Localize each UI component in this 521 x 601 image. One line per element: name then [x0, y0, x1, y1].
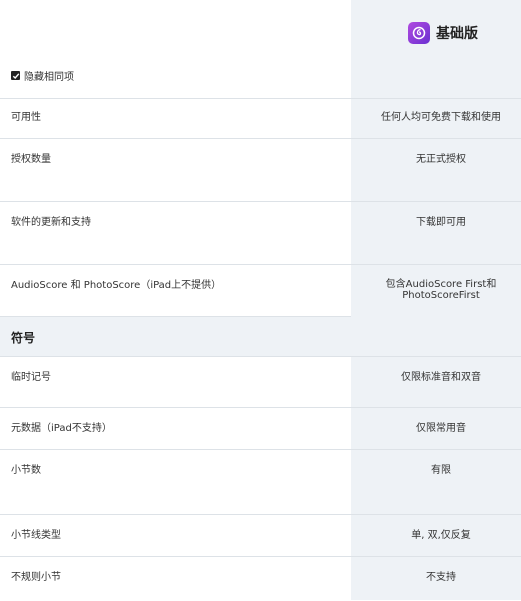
row-value: 无正式授权 [416, 154, 466, 165]
table-row: AudioScore 和 PhotoScore（iPad上不提供） 包含Audi… [0, 264, 521, 317]
section-title: 符号 [11, 331, 36, 345]
sibelius-logo-icon [408, 22, 430, 44]
table-row: 元数据（iPad不支持） 仅限常用音 [0, 407, 521, 450]
row-label: 软件的更新和支持 [11, 217, 91, 228]
row-label: AudioScore 和 PhotoScore（iPad上不提供） [11, 280, 222, 291]
hide-same-checkbox[interactable] [11, 71, 20, 80]
row-value: 不支持 [426, 572, 456, 583]
table-row: 软件的更新和支持 下载即可用 [0, 201, 521, 265]
row-value: 包含AudioScore First和 PhotoScoreFirst [351, 279, 521, 301]
row-label: 小节数 [11, 465, 41, 476]
table-row: 不规则小节 不支持 [0, 556, 521, 601]
row-label: 小节线类型 [11, 530, 61, 541]
edition-header: 基础版 [408, 22, 478, 44]
table-row: 小节数 有限 [0, 449, 521, 515]
row-value-line: PhotoScoreFirst [402, 290, 480, 301]
hide-same-label: 隐藏相同项 [24, 72, 74, 83]
table-row: 临时记号 仅限标准音和双音 [0, 356, 521, 408]
section-header: 符号 [0, 316, 351, 357]
table-row: 可用性 任何人均可免费下载和使用 [0, 98, 521, 139]
row-value-line: 包含AudioScore First和 [385, 279, 497, 290]
row-value: 任何人均可免费下载和使用 [381, 112, 501, 123]
row-label: 临时记号 [11, 372, 51, 383]
row-label: 授权数量 [11, 154, 51, 165]
edition-name: 基础版 [436, 26, 478, 42]
comparison-header: 基础版 隐藏相同项 [0, 0, 521, 99]
table-row: 小节线类型 单, 双,仅反复 [0, 514, 521, 557]
row-label: 可用性 [11, 112, 41, 123]
row-value: 仅限标准音和双音 [401, 372, 481, 383]
table-row: 授权数量 无正式授权 [0, 138, 521, 202]
hide-same-toggle[interactable]: 隐藏相同项 [11, 68, 74, 83]
row-label: 元数据（iPad不支持） [11, 423, 112, 434]
row-value: 有限 [431, 465, 451, 476]
row-value: 下载即可用 [416, 217, 466, 228]
row-label: 不规则小节 [11, 572, 61, 583]
row-value: 单, 双,仅反复 [411, 530, 471, 541]
row-value: 仅限常用音 [416, 423, 466, 434]
